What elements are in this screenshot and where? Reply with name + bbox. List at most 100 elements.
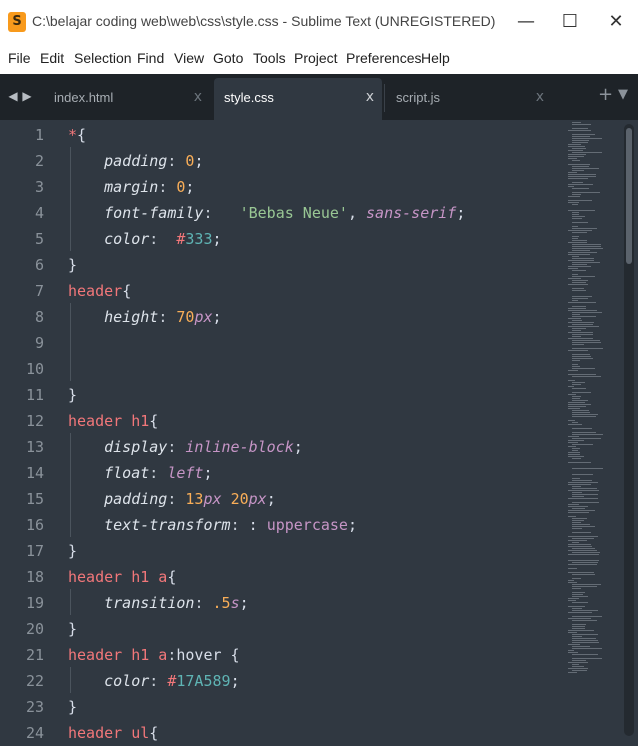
line-number: 10 [25,360,44,378]
minimap-line [568,560,599,561]
minimap-line [572,538,594,539]
code-text: padding: 13px 20px; [104,490,276,508]
menu-tools[interactable]: Tools [253,50,286,66]
minimap-line [572,258,594,259]
minimap-line [572,638,596,639]
minimap-line [568,672,577,673]
code-text: display: inline-block; [104,438,303,456]
minimap-line [572,324,593,325]
minimap-line [572,238,578,239]
code-line: 7 header{ [0,278,560,304]
code-text: } [68,542,78,560]
minimap-line [568,554,599,555]
minimap-line [572,646,590,647]
minimap-line [572,222,588,223]
tab-list-dropdown-icon[interactable]: ▼ [618,87,628,102]
minimap-line [572,610,598,611]
minimap-line [568,196,580,197]
minimap-line [568,618,591,619]
line-number: 9 [34,334,44,352]
minimap-line [572,192,600,193]
code-line: 10 [0,356,560,382]
minimap-line [572,532,591,533]
minimap-line [572,634,598,635]
close-tab-icon[interactable]: x [536,89,544,105]
close-button[interactable]: ✕ [596,8,636,36]
menu-file[interactable]: File [8,50,31,66]
minimap-line [572,414,598,415]
minimap[interactable] [560,120,624,680]
minimap-line [568,158,577,159]
minimap-line [572,400,588,401]
minimap-line [568,598,579,599]
code-editor[interactable]: 1 *{ 2 padding: 0; 3 margin: 0; 4 font-f… [0,120,638,742]
new-tab-icon[interactable]: + [598,84,613,105]
nav-forward-icon[interactable]: ▶ [22,88,32,104]
minimap-line [572,256,579,257]
minimap-line [568,568,577,569]
minimap-line [572,336,581,337]
code-text: float: left; [104,464,213,482]
nav-back-icon[interactable]: ◀ [8,88,18,104]
menu-help[interactable]: Help [421,50,450,66]
code-line: 24 header ul{ [0,720,560,746]
minimap-line [572,526,595,527]
line-number: 14 [25,464,44,482]
minimap-line [572,356,591,357]
minimap-line [568,150,583,151]
minimap-line [568,462,591,463]
minimap-line [572,492,582,493]
title-bar: S C:\belajar coding web\web\css\style.cs… [0,0,638,44]
close-tab-icon[interactable]: x [194,89,202,105]
minimap-line [572,288,584,289]
minimap-line [568,632,577,633]
minimap-line [572,340,600,341]
minimap-line [572,262,600,263]
minimap-line [568,186,574,187]
minimap-line [568,332,593,333]
close-tab-icon[interactable]: x [366,89,374,105]
menu-project[interactable]: Project [294,50,338,66]
minimap-line [572,282,586,283]
minimap-line [572,248,603,249]
minimap-line [568,310,597,311]
minimap-line [568,406,586,407]
menu-selection[interactable]: Selection [74,50,132,66]
code-line: 14 float: left; [0,460,560,486]
line-number: 23 [25,698,44,716]
minimap-line [572,264,587,265]
minimize-button[interactable]: — [506,8,546,36]
menu-preferences[interactable]: Preferences [346,50,421,66]
menu-find[interactable]: Find [137,50,164,66]
minimap-line [568,184,593,185]
menu-view[interactable]: View [174,50,204,66]
menu-goto[interactable]: Goto [213,50,243,66]
tab-index-html[interactable]: index.html x [44,78,210,120]
menu-edit[interactable]: Edit [40,50,64,66]
minimap-line [572,212,579,213]
minimap-line [572,522,581,523]
maximize-button[interactable]: ☐ [550,8,590,36]
code-line: 19 transition: .5s; [0,590,560,616]
minimap-line [568,452,580,453]
minimap-line [572,480,592,481]
minimap-line [568,510,595,511]
code-line: 23 } [0,694,560,720]
minimap-line [572,616,602,617]
scrollbar-thumb[interactable] [626,128,632,264]
minimap-line [568,394,576,395]
minimap-line [572,586,597,587]
minimap-line [572,166,589,167]
vertical-scrollbar[interactable] [624,124,634,736]
minimap-line [568,662,588,663]
minimap-line [572,478,580,479]
minimap-line [572,344,584,345]
line-number: 13 [25,438,44,456]
minimap-line [572,502,599,503]
minimap-line [572,486,581,487]
tab-script-js[interactable]: script.js x [386,78,552,120]
minimap-line [572,122,581,123]
minimap-line [568,572,594,573]
minimap-line [572,528,582,529]
tab-style-css[interactable]: style.css x [214,78,382,120]
